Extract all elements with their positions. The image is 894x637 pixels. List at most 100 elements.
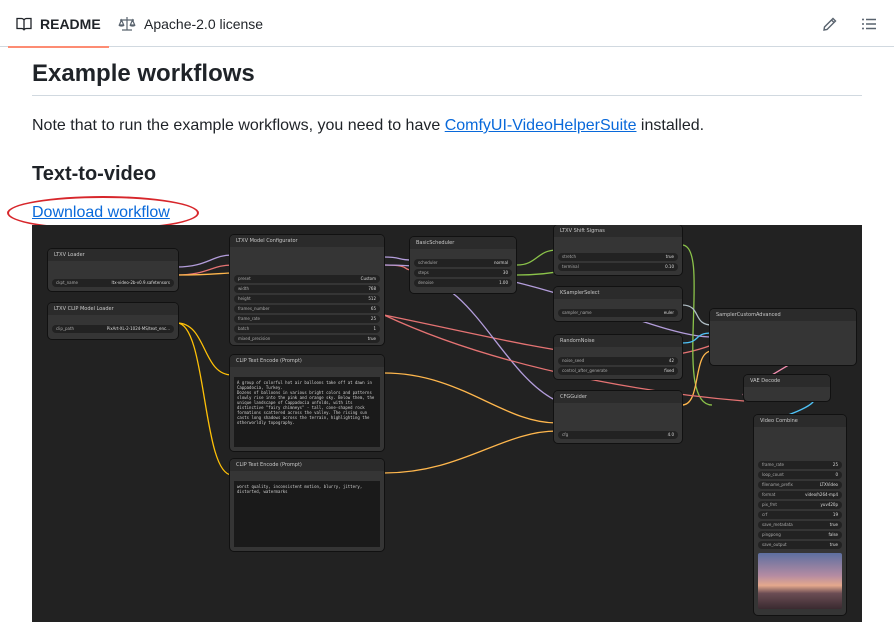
node-random-noise[interactable]: RandomNoise noise_seed 42 control_after_g… bbox=[554, 335, 682, 379]
prompt-textarea[interactable]: A group of colorful hot air balloons tak… bbox=[234, 377, 380, 447]
tab-license[interactable]: Apache-2.0 license bbox=[110, 0, 271, 47]
node-ksampler-select[interactable]: KSamplerSelect sampler_name euler bbox=[554, 287, 682, 321]
node-shift-sigmas[interactable]: LTXV Shift Sigmas stretch true terminal 0.… bbox=[554, 225, 682, 275]
negative-prompt-textarea[interactable]: worst quality, inconsistent motion, blur… bbox=[234, 481, 380, 547]
widget-label: filename_prefix bbox=[762, 482, 793, 487]
node-model-configurator[interactable]: LTXV Model Configurator preset Custom wid… bbox=[230, 235, 384, 345]
widget-label: denoise bbox=[418, 280, 434, 285]
workflow-image: LTXV Loader ckpt_name ltx-video-2b-v0.9.s… bbox=[32, 225, 862, 622]
widget-value: true bbox=[829, 542, 838, 547]
widget-denoise[interactable]: denoise 1.00 bbox=[414, 279, 512, 287]
widget-label: frame_rate bbox=[762, 462, 784, 467]
node-title: Video Combine bbox=[754, 415, 846, 427]
widget-label: ckpt_name bbox=[56, 280, 78, 285]
node-title: BasicScheduler bbox=[410, 237, 516, 249]
widget-value: 42 bbox=[668, 358, 674, 363]
widget-value: euler bbox=[663, 310, 674, 315]
node-title: CLIP Text Encode (Prompt) bbox=[230, 355, 384, 367]
widget-save-metadata[interactable]: save_metadata true bbox=[758, 521, 842, 529]
widget-value: 19 bbox=[832, 512, 838, 517]
widget-label: control_after_generate bbox=[562, 368, 608, 373]
widget-crf[interactable]: crf 19 bbox=[758, 511, 842, 519]
widget-label: loop_count bbox=[762, 472, 784, 477]
widget-label: scheduler bbox=[418, 260, 438, 265]
node-sampler-custom-advanced[interactable]: SamplerCustomAdvanced bbox=[710, 309, 856, 365]
widget-frame-rate[interactable]: frame_rate 25 bbox=[758, 461, 842, 469]
video-preview-thumbnail bbox=[758, 553, 842, 609]
widget-save-output[interactable]: save_output true bbox=[758, 541, 842, 549]
node-title: CLIP Text Encode (Prompt) bbox=[230, 459, 384, 471]
widget-frames[interactable]: frames_number 65 bbox=[234, 305, 380, 313]
pencil-icon bbox=[823, 17, 837, 31]
widget-ckpt[interactable]: ckpt_name ltx-video-2b-v0.9.safetensors bbox=[52, 279, 174, 287]
widget-control-after[interactable]: control_after_generate fixed bbox=[558, 367, 678, 375]
node-title: LTXV Shift Sigmas bbox=[554, 225, 682, 237]
widget-scheduler[interactable]: scheduler normal bbox=[414, 259, 512, 267]
widget-value: Custom bbox=[360, 276, 376, 281]
list-icon bbox=[862, 18, 876, 30]
node-title: LTXV Loader bbox=[48, 249, 178, 261]
widget-label: save_output bbox=[762, 542, 787, 547]
widget-label: cfg bbox=[562, 432, 569, 437]
widget-pix-fmt[interactable]: pix_fmt yuv420p bbox=[758, 501, 842, 509]
widget-value: 30 bbox=[502, 270, 508, 275]
widget-loop-count[interactable]: loop_count 0 bbox=[758, 471, 842, 479]
widget-clip-path[interactable]: clip_path PixArt-XL-2-1024-MS/text_enc... bbox=[52, 325, 174, 333]
node-ltxv-loader[interactable]: LTXV Loader ckpt_name ltx-video-2b-v0.9.s… bbox=[48, 249, 178, 291]
videohelpersuite-link[interactable]: ComfyUI-VideoHelperSuite bbox=[445, 117, 637, 134]
widget-filename-prefix[interactable]: filename_prefix LTXVideo bbox=[758, 481, 842, 489]
outline-button[interactable] bbox=[857, 12, 881, 36]
section-heading: Example workflows bbox=[32, 60, 255, 87]
tab-readme[interactable]: README bbox=[8, 0, 109, 48]
law-scale-icon bbox=[118, 16, 136, 31]
node-vae-decode[interactable]: VAE Decode bbox=[744, 375, 830, 401]
widget-value: 768 bbox=[368, 286, 376, 291]
widget-label: format bbox=[762, 492, 776, 497]
node-clip-encode-positive[interactable]: CLIP Text Encode (Prompt) A group of col… bbox=[230, 355, 384, 451]
widget-pingpong[interactable]: pingpong false bbox=[758, 531, 842, 539]
node-clip-loader[interactable]: LTXV CLIP Model Loader clip_path PixArt-X… bbox=[48, 303, 178, 339]
node-basic-scheduler[interactable]: BasicScheduler scheduler normal steps 30 d… bbox=[410, 237, 516, 293]
widget-steps[interactable]: steps 30 bbox=[414, 269, 512, 277]
widget-sampler-name[interactable]: sampler_name euler bbox=[558, 309, 678, 317]
widget-label: frame_rate bbox=[238, 316, 260, 321]
widget-batch[interactable]: batch 1 bbox=[234, 325, 380, 333]
book-icon bbox=[16, 17, 32, 31]
node-title: LTXV CLIP Model Loader bbox=[48, 303, 178, 315]
widget-cfg[interactable]: cfg 4.0 bbox=[558, 431, 678, 439]
widget-value: true bbox=[367, 336, 376, 341]
intro-paragraph: Note that to run the example workflows, … bbox=[32, 116, 704, 136]
widget-height[interactable]: height 512 bbox=[234, 295, 380, 303]
widget-frame-rate[interactable]: frame_rate 25 bbox=[234, 315, 380, 323]
node-title: RandomNoise bbox=[554, 335, 682, 347]
widget-label: save_metadata bbox=[762, 522, 793, 527]
widget-value: 0 bbox=[835, 472, 838, 477]
widget-value: video/h264-mp4 bbox=[805, 492, 838, 497]
node-video-combine[interactable]: Video Combine frame_rate 25 loop_count 0 f… bbox=[754, 415, 846, 615]
node-title: VAE Decode bbox=[744, 375, 830, 387]
widget-value: true bbox=[829, 522, 838, 527]
widget-label: pingpong bbox=[762, 532, 781, 537]
widget-value: normal bbox=[493, 260, 508, 265]
node-clip-encode-negative[interactable]: CLIP Text Encode (Prompt) worst quality,… bbox=[230, 459, 384, 551]
widget-value: 1 bbox=[373, 326, 376, 331]
widget-label: crf bbox=[762, 512, 768, 517]
widget-label: preset bbox=[238, 276, 251, 281]
widget-label: sampler_name bbox=[562, 310, 592, 315]
widget-label: height bbox=[238, 296, 251, 301]
intro-text: Note that to run the example workflows, … bbox=[32, 117, 445, 134]
widget-mixed-precision[interactable]: mixed_precision true bbox=[234, 335, 380, 343]
widget-value: PixArt-XL-2-1024-MS/text_enc... bbox=[106, 326, 170, 331]
widget-width[interactable]: width 768 bbox=[234, 285, 380, 293]
widget-noise-seed[interactable]: noise_seed 42 bbox=[558, 357, 678, 365]
subsection-heading: Text-to-video bbox=[32, 163, 157, 185]
widget-stretch[interactable]: stretch true bbox=[558, 253, 678, 261]
widget-format[interactable]: format video/h264-mp4 bbox=[758, 491, 842, 499]
tab-license-label: Apache-2.0 license bbox=[144, 15, 264, 32]
node-cfg-guider[interactable]: CFGGuider cfg 4.0 bbox=[554, 391, 682, 443]
widget-value: 25 bbox=[832, 462, 838, 467]
widget-terminal[interactable]: terminal 0.10 bbox=[558, 263, 678, 271]
widget-value: fixed bbox=[664, 368, 674, 373]
widget-preset[interactable]: preset Custom bbox=[234, 275, 380, 283]
edit-button[interactable] bbox=[818, 12, 842, 36]
